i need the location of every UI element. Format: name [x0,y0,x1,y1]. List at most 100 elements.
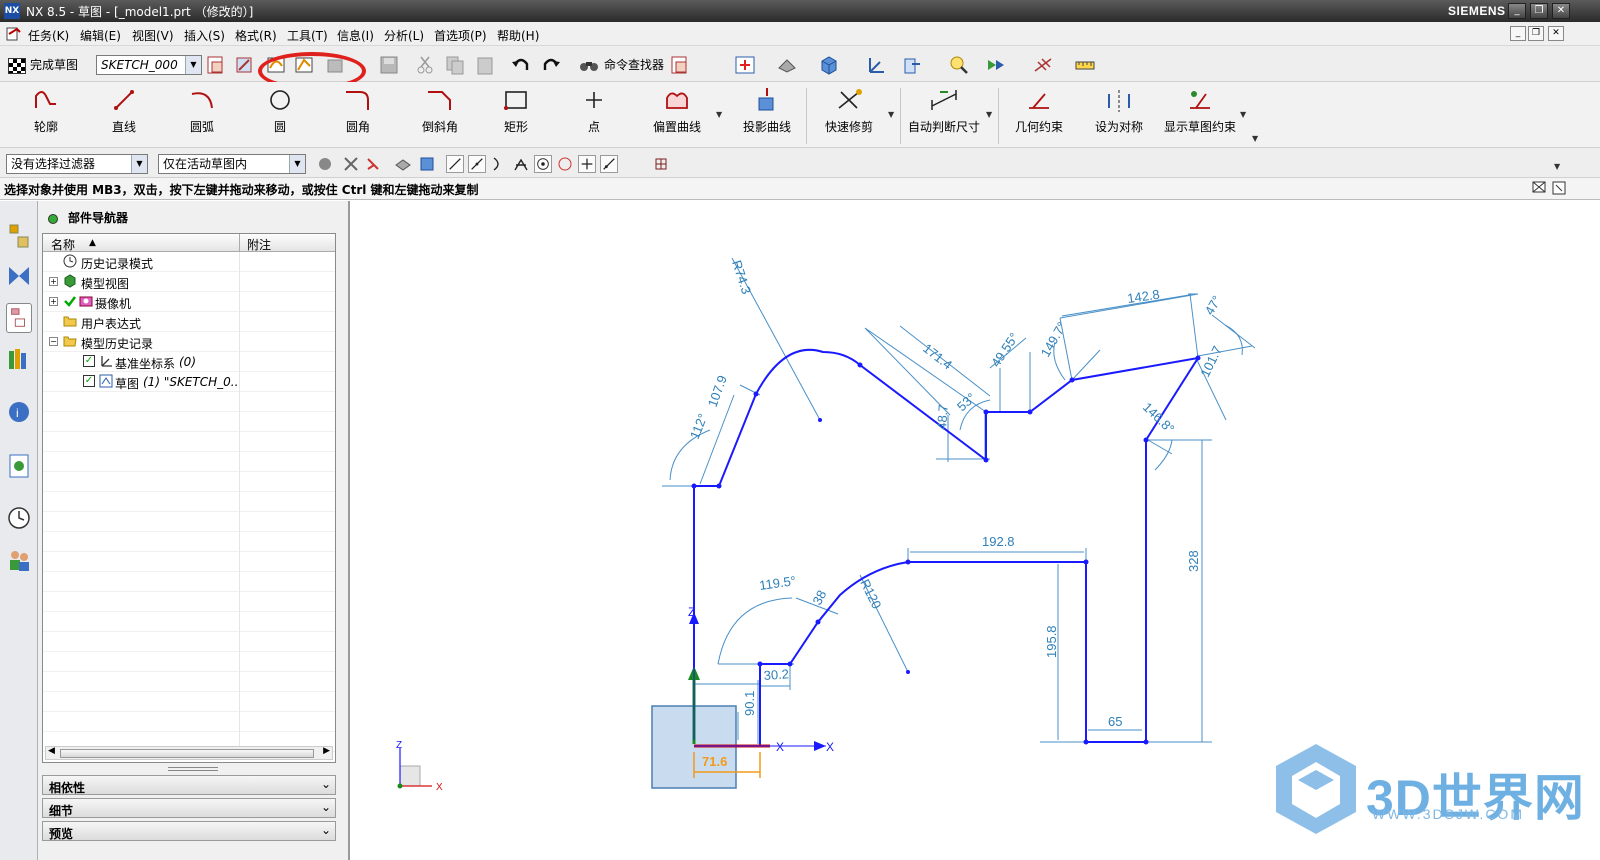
scrollbar-thumb[interactable] [60,749,314,758]
snap-endpoint-icon[interactable] [446,155,464,173]
arc-tool-button[interactable]: 圆弧 [174,86,230,135]
snap-point-on-curve-icon[interactable] [600,155,618,173]
menu-format[interactable]: 格式(R) [235,27,277,44]
tree-row-cameras[interactable]: + 摄像机 [43,292,335,312]
chevron-down-icon[interactable]: ⌄ [321,823,331,837]
orient-view-icon[interactable] [206,54,228,76]
reuse-library-icon[interactable] [6,343,32,373]
circle-tool-button[interactable]: 圆 [252,86,308,135]
history-icon[interactable] [6,503,32,533]
snap-midpoint-icon[interactable] [468,155,486,173]
mdi-close-icon[interactable]: ✕ [1548,26,1564,41]
hd3d-tools-icon[interactable]: i [6,397,32,427]
dependencies-panel[interactable]: 相依性 ⌄ [42,775,336,795]
flag-icon[interactable] [1532,181,1546,195]
tree-row-model-history[interactable]: − 模型历史记录 [43,332,335,352]
scroll-right-icon[interactable]: ▶ [323,746,330,756]
dim-119-5-deg[interactable]: 119.5° [758,573,796,593]
collapse-icon[interactable]: − [49,337,58,346]
sketch-name-select[interactable]: SKETCH_000 ▼ [96,55,202,75]
snap-quadrant-icon[interactable] [556,155,574,173]
selection-filter-select[interactable]: 没有选择过滤器 ▼ [6,154,148,174]
mdi-restore-icon[interactable]: ❐ [1528,26,1544,41]
web-browser-icon[interactable] [6,451,32,481]
wcs-icon[interactable] [866,54,888,76]
chevron-down-icon[interactable]: ⌄ [321,800,331,814]
view-orientation-icon[interactable] [776,54,798,76]
line-tool-button[interactable]: 直线 [96,86,152,135]
visibility-checkbox[interactable]: ✓ [83,355,95,367]
part-navigator-icon[interactable] [6,303,32,333]
dim-65[interactable]: 65 [1108,714,1122,729]
details-panel[interactable]: 细节 ⌄ [42,798,336,818]
dim-142-8[interactable]: 142.8 [1126,287,1160,306]
menu-preferences[interactable]: 首选项(P) [434,27,487,44]
snap-control-point-icon[interactable] [490,155,508,173]
tree-row-sketch[interactable]: ✓ 草图 (1) "SKETCH_0... [43,372,335,392]
visibility-checkbox[interactable]: ✓ [83,375,95,387]
quick-trim-tool-button[interactable]: 快速修剪 [818,86,880,135]
offset-dropdown-icon[interactable]: ▼ [716,110,722,119]
chamfer-tool-button[interactable]: 倒斜角 [410,86,470,135]
layer-icon[interactable] [900,54,922,76]
grid-snap-icon[interactable] [652,155,670,173]
expand-icon[interactable]: + [49,277,58,286]
column-note-header[interactable]: 附注 [247,236,271,253]
selection-scope-select[interactable]: 仅在活动草图内 ▼ [158,154,306,174]
body-select-icon[interactable] [394,155,412,173]
close-icon[interactable]: ✕ [1552,3,1570,19]
snap-arc-center-icon[interactable] [534,155,552,173]
command-finder-label[interactable]: 命令查找器 [604,56,664,73]
undo-icon[interactable] [510,54,532,76]
show-constraints-tool-button[interactable]: 显示草图约束 [1160,86,1240,135]
assembly-navigator-icon[interactable] [6,221,32,251]
status-options-icon[interactable] [1552,181,1566,195]
menu-edit[interactable]: 编辑(E) [80,27,121,44]
select-all-icon[interactable] [342,155,360,173]
splitter-handle[interactable] [168,767,218,771]
graphics-window[interactable]: R74.3 142.8 47° 171.4 49.55° 149.7° 53° … [352,201,1600,860]
constraint-navigator-icon[interactable] [6,261,32,291]
menu-info[interactable]: 信息(I) [337,27,374,44]
face-select-icon[interactable] [418,155,436,173]
fit-view-icon[interactable] [734,54,756,76]
toolbar-options-icon[interactable]: ▼ [1252,134,1258,143]
dimension-dropdown-icon[interactable]: ▼ [986,110,992,119]
project-curve-tool-button[interactable]: 投影曲线 [734,86,800,135]
profile-tool-button[interactable]: 轮廓 [18,86,74,135]
dim-r120[interactable]: R120 [857,577,884,612]
shaded-cube-icon[interactable] [818,54,840,76]
feature-curve-icon[interactable] [364,155,382,173]
copy-icon[interactable] [444,54,466,76]
dim-30-2[interactable]: 30.2 [763,666,789,683]
chevron-down-icon[interactable]: ▼ [185,56,201,74]
dim-149-7-deg[interactable]: 149.7° [1038,319,1070,359]
binoculars-icon[interactable] [578,54,600,76]
paste-icon[interactable] [474,54,496,76]
dim-195-8[interactable]: 195.8 [1044,625,1059,658]
auto-dimension-tool-button[interactable]: 自动判断尺寸 [904,86,984,135]
redo-icon[interactable] [540,54,562,76]
dim-112-deg[interactable]: 112° [687,411,711,441]
constraints-dropdown-icon[interactable]: ▼ [1240,110,1246,119]
chevron-down-icon[interactable]: ▼ [131,155,147,173]
chevron-down-icon[interactable]: ▼ [289,155,305,173]
scroll-left-icon[interactable]: ◀ [48,746,55,756]
tree-row-history-mode[interactable]: 历史记录模式 [43,252,335,272]
dim-328[interactable]: 328 [1186,550,1201,572]
menu-tools[interactable]: 工具(T) [287,27,328,44]
dim-107-9[interactable]: 107.9 [705,373,730,409]
dim-48-7[interactable]: 48.7 [934,404,951,430]
preview-panel[interactable]: 预览 ⌄ [42,821,336,841]
finish-sketch-button[interactable]: 完成草图 [8,54,78,76]
measure-icon[interactable] [1074,54,1096,76]
geometric-constraint-tool-button[interactable]: 几何约束 [1008,86,1070,135]
dim-53-deg[interactable]: 53° [954,390,979,414]
restore-icon[interactable]: ❐ [1530,3,1548,19]
dim-146-8-deg[interactable]: 146.8° [1140,399,1178,436]
tree-row-user-expressions[interactable]: 用户表达式 [43,312,335,332]
dim-171-4[interactable]: 171.4 [920,341,955,373]
dim-90-1[interactable]: 90.1 [742,691,757,716]
menu-insert[interactable]: 插入(S) [184,27,225,44]
horizontal-scrollbar[interactable]: ◀ ▶ [45,746,333,760]
